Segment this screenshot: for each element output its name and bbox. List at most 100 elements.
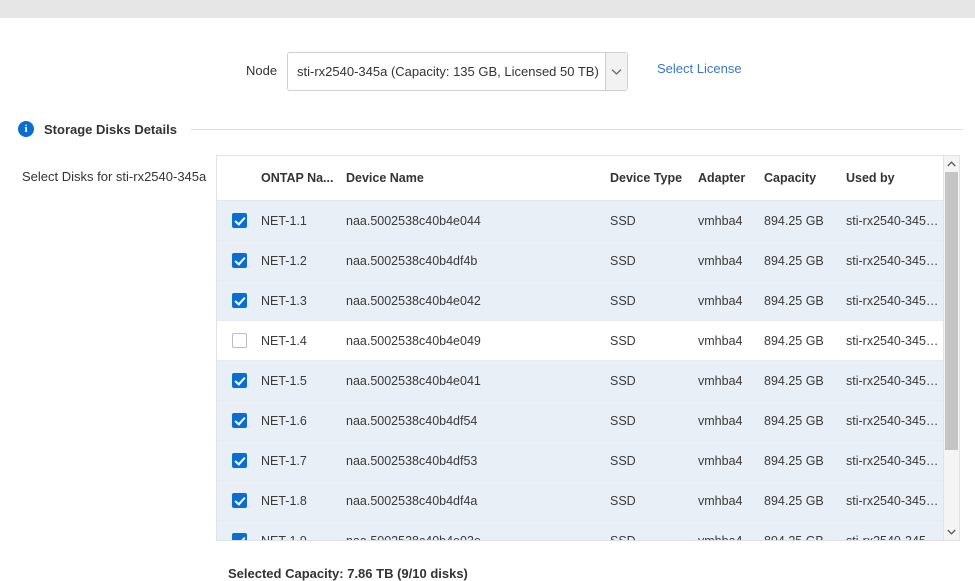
chevron-down-icon[interactable] xyxy=(605,53,627,90)
cell-device-type: SSD xyxy=(610,401,698,441)
cell-capacity: 894.25 GB xyxy=(764,201,846,241)
column-header-device-type[interactable]: Device Type xyxy=(610,156,698,201)
column-header-adapter[interactable]: Adapter xyxy=(698,156,764,201)
column-header-device-name[interactable]: Device Name xyxy=(346,156,610,201)
cell-used-by: sti-rx2540-345a=... xyxy=(846,281,944,321)
cell-device-name: naa.5002538c40b4e044 xyxy=(346,201,610,241)
row-checkbox-cell[interactable] xyxy=(217,401,261,441)
cell-adapter: vmhba4 xyxy=(698,241,764,281)
cell-capacity: 894.25 GB xyxy=(764,481,846,521)
cell-device-type: SSD xyxy=(610,281,698,321)
select-disks-label: Select Disks for sti-rx2540-345a xyxy=(22,168,210,185)
selected-capacity-label: Selected Capacity: 7.86 TB (9/10 disks) xyxy=(228,566,468,581)
window-top-bar xyxy=(0,0,975,18)
table-row[interactable]: NET-1.9naa.5002538c40b4e03eSSDvmhba4894.… xyxy=(217,521,944,542)
scrollbar-track[interactable] xyxy=(944,172,959,524)
cell-device-name: naa.5002538c40b4e041 xyxy=(346,361,610,401)
row-checkbox-cell[interactable] xyxy=(217,521,261,542)
checkbox-checked-icon[interactable] xyxy=(232,533,247,541)
checkbox-checked-icon[interactable] xyxy=(232,293,247,308)
storage-disks-details-section-header: i Storage Disks Details xyxy=(18,118,963,140)
checkbox-checked-icon[interactable] xyxy=(232,253,247,268)
cell-device-name: naa.5002538c40b4df4a xyxy=(346,481,610,521)
cell-ontap-name: NET-1.9 xyxy=(261,521,346,542)
table-row[interactable]: NET-1.3naa.5002538c40b4e042SSDvmhba4894.… xyxy=(217,281,944,321)
cell-device-type: SSD xyxy=(610,321,698,361)
cell-ontap-name: NET-1.6 xyxy=(261,401,346,441)
cell-used-by: sti-rx2540-345a=... xyxy=(846,241,944,281)
table-header-row: ONTAP Na... Device Name Device Type Adap… xyxy=(217,156,944,201)
cell-ontap-name: NET-1.8 xyxy=(261,481,346,521)
table-row[interactable]: NET-1.8naa.5002538c40b4df4aSSDvmhba4894.… xyxy=(217,481,944,521)
row-checkbox-cell[interactable] xyxy=(217,241,261,281)
section-divider xyxy=(191,129,963,130)
row-checkbox-cell[interactable] xyxy=(217,361,261,401)
cell-ontap-name: NET-1.1 xyxy=(261,201,346,241)
node-select[interactable]: sti-rx2540-345a (Capacity: 135 GB, Licen… xyxy=(287,52,628,91)
scroll-down-arrow-icon[interactable] xyxy=(944,524,959,540)
cell-used-by: sti-rx2540-345a=... xyxy=(846,441,944,481)
cell-used-by: sti-rx2540-345a=... xyxy=(846,361,944,401)
row-checkbox-cell[interactable] xyxy=(217,481,261,521)
cell-ontap-name: NET-1.7 xyxy=(261,441,346,481)
column-header-capacity[interactable]: Capacity xyxy=(764,156,846,201)
info-icon: i xyxy=(18,121,34,137)
table-row[interactable]: NET-1.6naa.5002538c40b4df54SSDvmhba4894.… xyxy=(217,401,944,441)
cell-device-type: SSD xyxy=(610,521,698,542)
column-header-ontap-name[interactable]: ONTAP Na... xyxy=(261,156,346,201)
cell-ontap-name: NET-1.3 xyxy=(261,281,346,321)
scroll-up-arrow-icon[interactable] xyxy=(944,156,959,172)
cell-adapter: vmhba4 xyxy=(698,441,764,481)
select-license-link[interactable]: Select License xyxy=(657,61,742,76)
cell-capacity: 894.25 GB xyxy=(764,441,846,481)
cell-capacity: 894.25 GB xyxy=(764,241,846,281)
cell-adapter: vmhba4 xyxy=(698,281,764,321)
cell-used-by: sti-rx2540-345a=... xyxy=(846,521,944,542)
cell-capacity: 894.25 GB xyxy=(764,321,846,361)
row-checkbox-cell[interactable] xyxy=(217,321,261,361)
cell-used-by: sti-rx2540-345a=... xyxy=(846,321,944,361)
row-checkbox-cell[interactable] xyxy=(217,281,261,321)
cell-adapter: vmhba4 xyxy=(698,321,764,361)
scrollbar-thumb[interactable] xyxy=(945,172,958,450)
table-row[interactable]: NET-1.5naa.5002538c40b4e041SSDvmhba4894.… xyxy=(217,361,944,401)
checkbox-checked-icon[interactable] xyxy=(232,373,247,388)
column-header-checkbox xyxy=(217,156,261,201)
checkbox-checked-icon[interactable] xyxy=(232,213,247,228)
table-row[interactable]: NET-1.1naa.5002538c40b4e044SSDvmhba4894.… xyxy=(217,201,944,241)
cell-device-name: naa.5002538c40b4e03e xyxy=(346,521,610,542)
cell-device-type: SSD xyxy=(610,201,698,241)
checkbox-checked-icon[interactable] xyxy=(232,413,247,428)
cell-ontap-name: NET-1.4 xyxy=(261,321,346,361)
checkbox-unchecked-icon[interactable] xyxy=(232,333,247,348)
table-row[interactable]: NET-1.2naa.5002538c40b4df4bSSDvmhba4894.… xyxy=(217,241,944,281)
checkbox-checked-icon[interactable] xyxy=(232,453,247,468)
cell-device-type: SSD xyxy=(610,361,698,401)
cell-adapter: vmhba4 xyxy=(698,401,764,441)
table-row[interactable]: NET-1.7naa.5002538c40b4df53SSDvmhba4894.… xyxy=(217,441,944,481)
cell-capacity: 894.25 GB xyxy=(764,361,846,401)
cell-device-type: SSD xyxy=(610,481,698,521)
cell-device-name: naa.5002538c40b4e042 xyxy=(346,281,610,321)
cell-used-by: sti-rx2540-345a=... xyxy=(846,201,944,241)
section-title: Storage Disks Details xyxy=(44,122,177,137)
node-label: Node xyxy=(246,63,277,78)
checkbox-checked-icon[interactable] xyxy=(232,493,247,508)
cell-ontap-name: NET-1.2 xyxy=(261,241,346,281)
cell-used-by: sti-rx2540-345a=... xyxy=(846,481,944,521)
table-row[interactable]: NET-1.4naa.5002538c40b4e049SSDvmhba4894.… xyxy=(217,321,944,361)
row-checkbox-cell[interactable] xyxy=(217,441,261,481)
cell-adapter: vmhba4 xyxy=(698,481,764,521)
cell-device-name: naa.5002538c40b4df54 xyxy=(346,401,610,441)
cell-used-by: sti-rx2540-345a=... xyxy=(846,401,944,441)
cell-capacity: 894.25 GB xyxy=(764,281,846,321)
column-header-used-by[interactable]: Used by xyxy=(846,156,944,201)
node-selection-row: Node sti-rx2540-345a (Capacity: 135 GB, … xyxy=(0,52,975,96)
cell-device-type: SSD xyxy=(610,241,698,281)
disks-table: ONTAP Na... Device Name Device Type Adap… xyxy=(217,156,944,541)
disks-table-container: ONTAP Na... Device Name Device Type Adap… xyxy=(216,155,960,541)
table-vertical-scrollbar[interactable] xyxy=(943,156,959,540)
cell-capacity: 894.25 GB xyxy=(764,401,846,441)
row-checkbox-cell[interactable] xyxy=(217,201,261,241)
disks-table-header: ONTAP Na... Device Name Device Type Adap… xyxy=(217,156,944,201)
